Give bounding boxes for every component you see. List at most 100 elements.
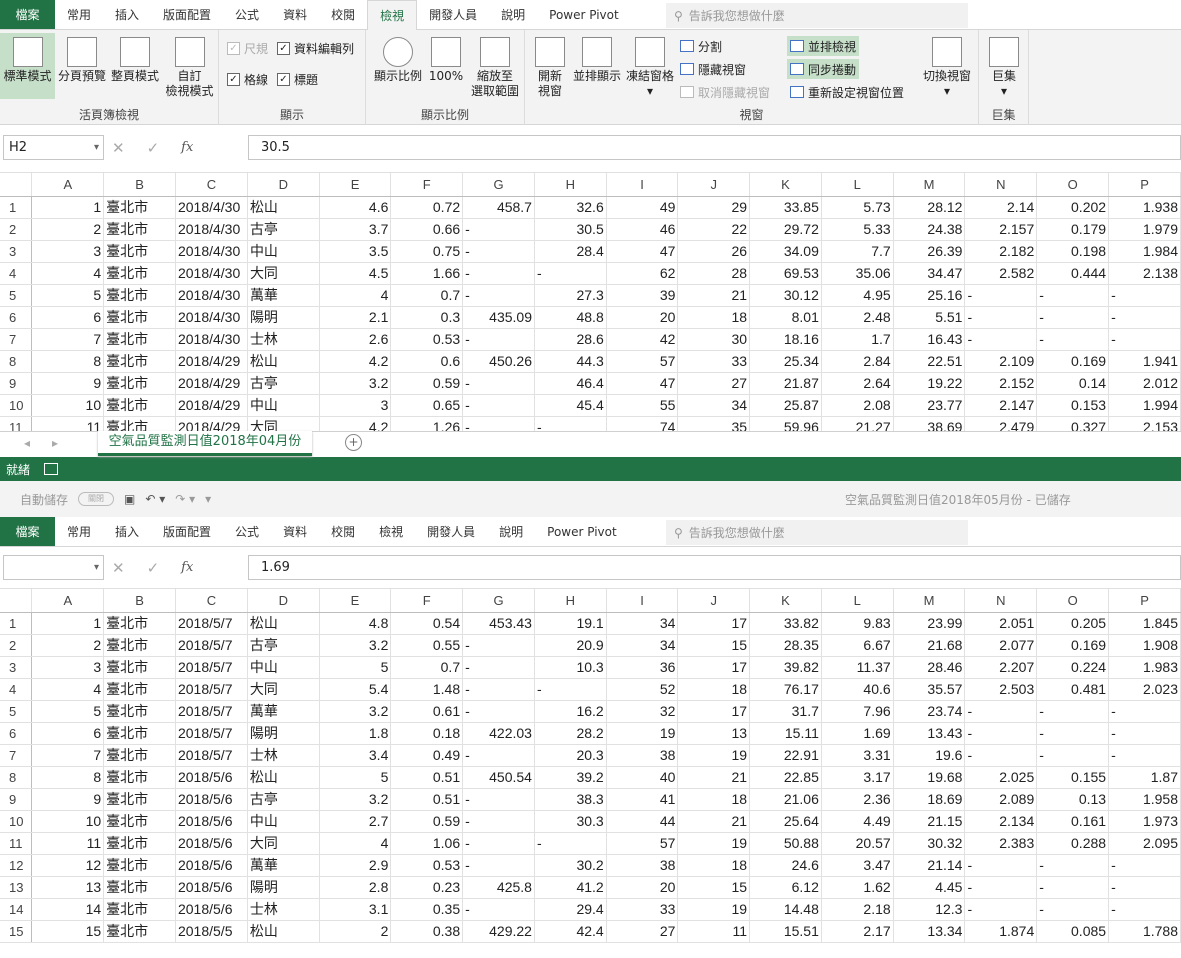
cell[interactable]: 士林 (247, 328, 320, 351)
cell[interactable]: 0.14 (1036, 372, 1110, 395)
select-all-corner[interactable] (0, 173, 33, 197)
cell[interactable]: 0.13 (1036, 788, 1110, 811)
cell[interactable]: 2.023 (1108, 678, 1181, 701)
cell[interactable]: 11 (31, 416, 105, 431)
cell[interactable]: 3.1 (319, 898, 392, 921)
column-header[interactable]: P (1108, 173, 1181, 197)
cell[interactable]: 1.984 (1108, 240, 1181, 263)
cell[interactable]: 7.7 (821, 240, 894, 263)
cell[interactable]: 萬華 (247, 854, 320, 877)
cell[interactable]: 0.205 (1036, 612, 1110, 635)
cell[interactable]: 450.26 (462, 350, 535, 373)
cell[interactable]: 3.4 (319, 744, 392, 767)
cell[interactable]: 0.35 (390, 898, 464, 921)
cell[interactable]: 2018/4/30 (175, 262, 248, 285)
cell[interactable]: 2.9 (319, 854, 392, 877)
cell[interactable]: - (462, 678, 535, 701)
cell[interactable]: 18.16 (749, 328, 822, 351)
tab-1[interactable]: 常用 (55, 517, 103, 546)
cell[interactable]: 25.87 (749, 394, 822, 417)
cell[interactable]: 2.6 (319, 328, 392, 351)
row-header[interactable]: 8 (0, 766, 33, 789)
cell[interactable]: 0.59 (390, 372, 464, 395)
cell[interactable]: 1.8 (319, 722, 392, 745)
cell[interactable]: 2.147 (964, 394, 1038, 417)
cell[interactable]: 2018/5/7 (175, 700, 248, 723)
name-box[interactable]: H2 (3, 135, 104, 160)
cell[interactable]: 臺北市 (103, 898, 176, 921)
cell[interactable]: 11 (31, 832, 105, 855)
cell[interactable]: 30.12 (749, 284, 822, 307)
cell[interactable]: 3.17 (821, 766, 894, 789)
page-break-preview-button[interactable]: 分頁預覽 (56, 33, 108, 84)
cell[interactable]: 26.39 (893, 240, 966, 263)
cell[interactable]: 19 (606, 722, 679, 745)
row-header[interactable]: 2 (0, 218, 33, 241)
cell[interactable]: 25.16 (893, 284, 966, 307)
cell[interactable]: 4 (31, 678, 105, 701)
cell[interactable]: 2.134 (964, 810, 1038, 833)
cell[interactable]: 8 (31, 350, 105, 373)
cell[interactable]: 450.54 (462, 766, 535, 789)
cell[interactable]: 19.68 (893, 766, 966, 789)
cell[interactable]: 6 (31, 722, 105, 745)
function-icon[interactable]: fx (181, 560, 193, 575)
cell[interactable]: - (462, 218, 535, 241)
enter-icon[interactable]: ✓ (147, 559, 160, 577)
column-header[interactable]: J (677, 589, 751, 613)
cell[interactable]: 0.198 (1036, 240, 1110, 263)
cell[interactable]: 臺北市 (103, 700, 176, 723)
cell[interactable]: 2.503 (964, 678, 1038, 701)
cell[interactable]: 2.025 (964, 766, 1038, 789)
cell[interactable]: 453.43 (462, 612, 535, 635)
cell[interactable]: 陽明 (247, 306, 320, 329)
tell-me-box[interactable]: ⚲ 告訴我您想做什麼 (666, 3, 968, 28)
column-header[interactable]: C (175, 173, 248, 197)
cell[interactable]: - (534, 678, 607, 701)
cell[interactable]: 2018/5/7 (175, 656, 248, 679)
cell[interactable]: 士林 (247, 744, 320, 767)
row-header[interactable]: 4 (0, 262, 33, 285)
cell[interactable]: 2.48 (821, 306, 894, 329)
cell[interactable]: 2.157 (964, 218, 1038, 241)
cell[interactable]: 古亭 (247, 372, 320, 395)
cell[interactable]: 24.6 (749, 854, 822, 877)
cell[interactable]: 2018/5/6 (175, 788, 248, 811)
cell[interactable]: - (462, 634, 535, 657)
cell[interactable]: 2018/4/30 (175, 306, 248, 329)
cell[interactable]: 49 (606, 196, 679, 219)
cell[interactable]: 臺北市 (103, 744, 176, 767)
cell[interactable]: - (1108, 898, 1181, 921)
cell[interactable]: 35.57 (893, 678, 966, 701)
tab-9[interactable]: 說明 (487, 517, 535, 546)
cell[interactable]: 0.6 (390, 350, 464, 373)
tab-4[interactable]: 公式 (223, 517, 271, 546)
cell[interactable]: 2.383 (964, 832, 1038, 855)
cell[interactable]: 士林 (247, 898, 320, 921)
cell[interactable]: - (964, 876, 1038, 899)
cell[interactable]: 1 (31, 196, 105, 219)
split-button[interactable]: 分割 (677, 36, 725, 56)
page-layout-button[interactable]: 整頁模式 (109, 33, 161, 84)
cell[interactable]: 34.47 (893, 262, 966, 285)
cell[interactable]: 429.22 (462, 920, 535, 943)
cell[interactable]: 0.54 (390, 612, 464, 635)
cell[interactable]: - (462, 832, 535, 855)
cell[interactable]: 18 (677, 306, 751, 329)
cell[interactable]: 34 (606, 612, 679, 635)
cell[interactable]: 2.207 (964, 656, 1038, 679)
cell[interactable]: 大同 (247, 262, 320, 285)
cell[interactable]: 13 (677, 722, 751, 745)
cell[interactable]: 48.8 (534, 306, 607, 329)
cell[interactable]: 0.65 (390, 394, 464, 417)
cell[interactable]: 0.327 (1036, 416, 1110, 431)
column-header[interactable]: D (247, 173, 320, 197)
cell[interactable]: 20 (606, 306, 679, 329)
cell[interactable]: 3 (31, 656, 105, 679)
cell[interactable]: 5 (31, 284, 105, 307)
cell[interactable]: - (1036, 306, 1110, 329)
cell[interactable]: 臺北市 (103, 788, 176, 811)
new-window-button[interactable]: 開新 視窗 (529, 33, 571, 99)
freeze-panes-button[interactable]: 凍結窗格 ▾ (623, 33, 677, 99)
cell[interactable]: 0.085 (1036, 920, 1110, 943)
